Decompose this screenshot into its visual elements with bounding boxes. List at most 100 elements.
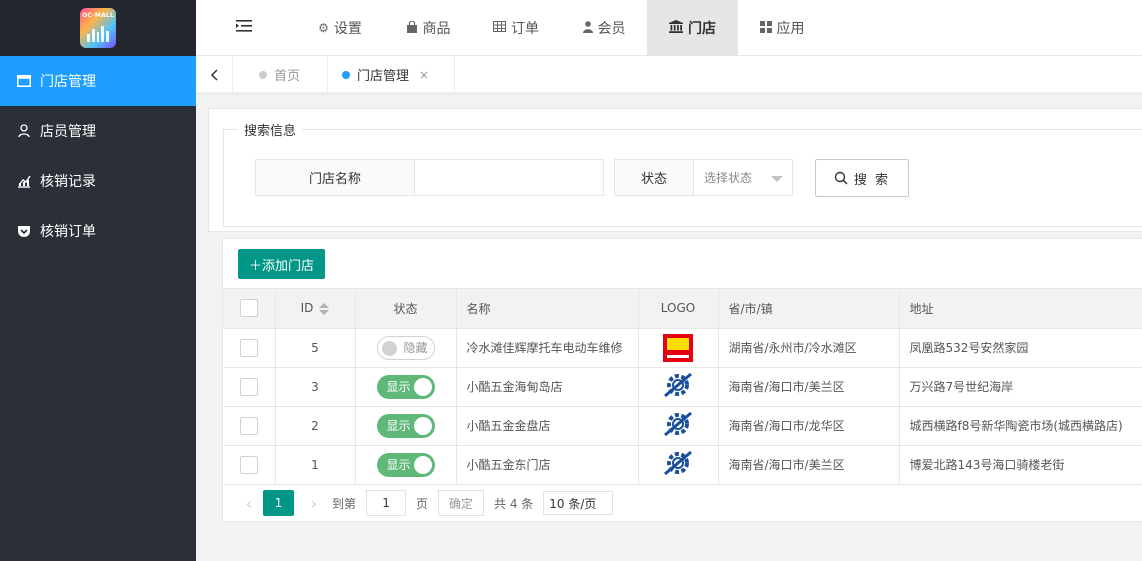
nav-settings[interactable]: ⚙ 设置	[296, 0, 384, 56]
logo-text: OC-MALL	[82, 12, 114, 19]
nav-members[interactable]: 会员	[560, 0, 648, 56]
goto-page-input[interactable]: 1	[366, 490, 407, 516]
row-status-cell: 显示	[355, 367, 457, 407]
nav-label: 订单	[511, 21, 539, 37]
status-toggle[interactable]: 隐藏	[376, 335, 435, 360]
header-id[interactable]: ID	[275, 289, 356, 329]
pagination: ‹ 1 › 到第 1 页 确定 共 4 条 10 条/页	[237, 490, 614, 516]
row-address: 万兴路7号世纪海岸	[899, 367, 1142, 407]
status-toggle-label: 显示	[386, 458, 411, 472]
tab-store-management[interactable]: 门店管理 ×	[328, 56, 455, 93]
tab-dot	[259, 70, 267, 79]
status-toggle[interactable]: 显示	[376, 374, 435, 399]
goto-confirm-button[interactable]: 确定	[438, 490, 485, 516]
top-navigation: ⚙ 设置 商品 订单 会员 门店 应用	[196, 0, 1142, 56]
menu-toggle-icon[interactable]	[236, 19, 254, 37]
window-icon	[16, 73, 32, 89]
prev-page-icon[interactable]: ‹	[237, 491, 261, 515]
row-checkbox-cell	[223, 445, 276, 485]
logo-area: OC-MALL	[0, 0, 196, 56]
row-status-cell: 显示	[355, 445, 457, 485]
header-name: 名称	[456, 289, 639, 329]
row-name: 小酷五金海甸岛店	[456, 367, 639, 407]
row-address: 博爱北路143号海口骑楼老街	[899, 445, 1142, 485]
grid-icon	[759, 20, 772, 36]
search-icon	[834, 171, 848, 185]
store-table: ID 状态 名称 LOGO 省/市/镇 地址 5 隐藏 冷水滩佳辉摩托车电动车维…	[223, 289, 1142, 485]
tab-home[interactable]: 首页	[233, 56, 328, 93]
header-id-label: ID	[300, 301, 314, 316]
row-region: 海南省/海口市/龙华区	[718, 406, 900, 446]
sidebar-item-label: 门店管理	[40, 74, 96, 90]
row-address: 城西横路f8号新华陶瓷市场(城西横路店)	[899, 406, 1142, 446]
table-toolbar: ＋添加门店	[223, 239, 1142, 289]
row-checkbox[interactable]	[239, 455, 258, 474]
current-page[interactable]: 1	[263, 490, 294, 516]
store-name-input[interactable]	[414, 159, 604, 196]
table-header-row: ID 状态 名称 LOGO 省/市/镇 地址	[223, 289, 1142, 329]
user-icon	[582, 20, 593, 36]
header-status: 状态	[355, 289, 457, 329]
search-button[interactable]: 搜 索	[815, 159, 909, 197]
row-logo-cell	[638, 367, 719, 407]
add-store-button[interactable]: ＋添加门店	[238, 249, 325, 279]
nav-stores[interactable]: 门店	[647, 0, 738, 56]
nav-label: 门店	[688, 21, 716, 37]
tab-label: 首页	[274, 69, 301, 84]
sidebar-item-verification-orders[interactable]: 核销订单	[0, 206, 196, 256]
status-select-placeholder: 选择状态	[704, 171, 753, 185]
chevron-left-icon[interactable]	[196, 56, 233, 93]
row-region: 海南省/海口市/美兰区	[718, 445, 900, 485]
status-toggle-label: 隐藏	[403, 341, 428, 355]
page-tabs-bar: 首页 门店管理 ×	[196, 56, 1142, 93]
row-checkbox-cell	[223, 406, 276, 446]
gear-logo-icon	[664, 450, 692, 476]
gear-logo-icon	[664, 372, 692, 398]
search-legend: 搜索信息	[238, 120, 303, 139]
row-region: 湖南省/永州市/冷水滩区	[718, 328, 900, 368]
sidebar-item-store-management[interactable]: 门店管理	[0, 56, 196, 106]
sidebar-item-verification-records[interactable]: 核销记录	[0, 156, 196, 206]
logo-bars	[87, 26, 109, 42]
select-all-checkbox[interactable]	[239, 299, 258, 318]
table-icon	[493, 21, 506, 35]
app-logo[interactable]: OC-MALL	[80, 8, 116, 48]
status-select[interactable]: 选择状态	[693, 159, 793, 196]
row-checkbox[interactable]	[239, 377, 258, 396]
row-checkbox-cell	[223, 328, 276, 368]
sidebar-item-label: 核销订单	[40, 224, 96, 240]
row-status-cell: 显示	[355, 406, 457, 446]
status-toggle[interactable]: 显示	[376, 413, 435, 438]
search-panel: 搜索信息 门店名称 状态 选择状态 搜 索	[208, 108, 1142, 232]
page-size-select[interactable]: 10 条/页	[543, 491, 614, 515]
status-toggle[interactable]: 显示	[376, 452, 435, 477]
user-icon	[16, 123, 32, 139]
sidebar-item-staff-management[interactable]: 店员管理	[0, 106, 196, 156]
next-page-icon[interactable]: ›	[302, 491, 326, 515]
goto-label: 到第	[332, 496, 357, 511]
nav-orders[interactable]: 订单	[472, 0, 560, 56]
store-name-label: 门店名称	[255, 159, 415, 196]
total-count: 共 4 条	[494, 496, 534, 511]
row-checkbox[interactable]	[239, 416, 258, 435]
close-icon[interactable]: ×	[419, 68, 429, 82]
sidebar-item-label: 核销记录	[40, 174, 96, 190]
header-region: 省/市/镇	[718, 289, 900, 329]
bank-icon	[669, 20, 683, 36]
row-name: 小酷五金东门店	[456, 445, 639, 485]
chart-icon	[16, 173, 32, 189]
header-logo: LOGO	[638, 289, 719, 329]
row-checkbox[interactable]	[239, 338, 258, 357]
caret-down-icon	[771, 176, 783, 182]
row-id: 1	[275, 445, 356, 485]
nav-apps[interactable]: 应用	[738, 0, 826, 56]
nav-products[interactable]: 商品	[384, 0, 472, 56]
row-checkbox-cell	[223, 367, 276, 407]
nav-label: 应用	[776, 21, 805, 37]
table-row: 2 显示 小酷五金金盘店 海南省/海口市/龙华区 城西横路f8号新华陶瓷市场(城…	[223, 406, 1142, 446]
row-id: 2	[275, 406, 356, 446]
sort-icon[interactable]	[319, 302, 330, 315]
status-toggle-label: 显示	[386, 419, 411, 433]
tab-dot	[342, 70, 350, 79]
header-address: 地址	[899, 289, 1142, 329]
